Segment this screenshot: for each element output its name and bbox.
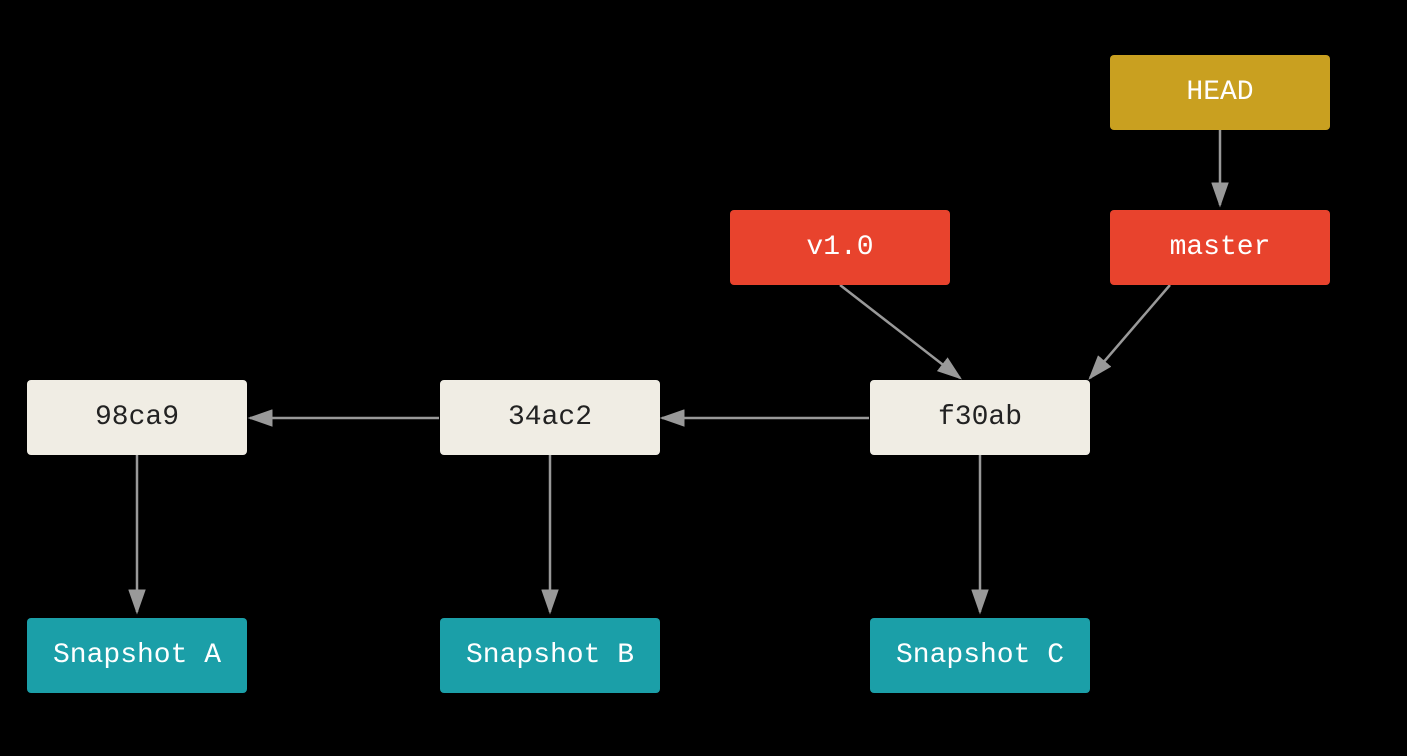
head-label: HEAD: [1186, 77, 1253, 108]
snapshot-b-node: Snapshot B: [440, 618, 660, 693]
v10-label: v1.0: [806, 232, 873, 263]
34ac2-node: 34ac2: [440, 380, 660, 455]
98ca9-node: 98ca9: [27, 380, 247, 455]
master-node: master: [1110, 210, 1330, 285]
snapshot-a-node: Snapshot A: [27, 618, 247, 693]
head-node: HEAD: [1110, 55, 1330, 130]
snapshot-b-label: Snapshot B: [466, 640, 634, 671]
master-label: master: [1170, 232, 1271, 263]
snapshot-c-node: Snapshot C: [870, 618, 1090, 693]
snapshot-c-label: Snapshot C: [896, 640, 1064, 671]
f30ab-node: f30ab: [870, 380, 1090, 455]
v10-node: v1.0: [730, 210, 950, 285]
f30ab-label: f30ab: [938, 402, 1022, 433]
98ca9-label: 98ca9: [95, 402, 179, 433]
snapshot-a-label: Snapshot A: [53, 640, 221, 671]
34ac2-label: 34ac2: [508, 402, 592, 433]
